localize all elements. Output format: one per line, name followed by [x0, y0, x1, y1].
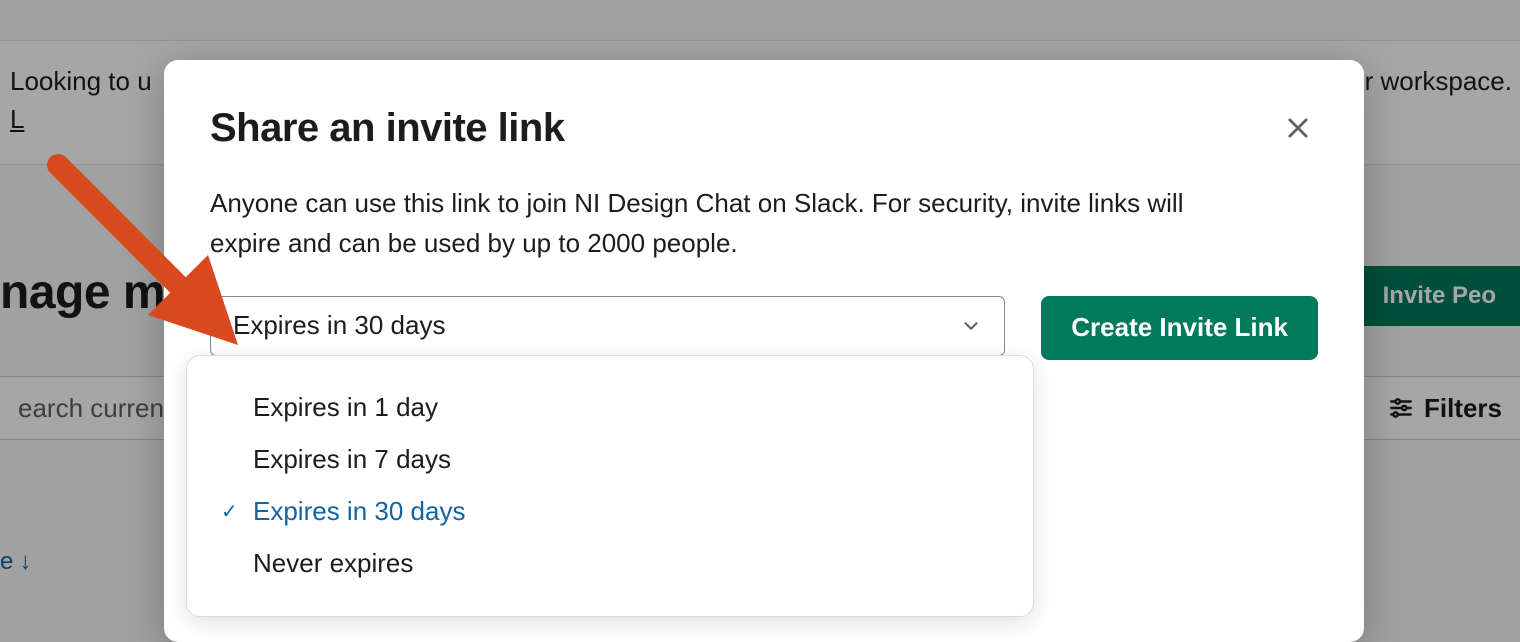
expiry-option-never[interactable]: Never expires — [187, 538, 1033, 590]
expiry-option-30-days[interactable]: Expires in 30 days — [187, 486, 1033, 538]
close-icon — [1284, 114, 1312, 142]
chevron-down-icon — [960, 315, 982, 337]
expiry-option-7-days[interactable]: Expires in 7 days — [187, 434, 1033, 486]
share-invite-modal: Share an invite link Anyone can use this… — [164, 60, 1364, 642]
modal-title: Share an invite link — [210, 106, 1318, 151]
create-invite-link-button[interactable]: Create Invite Link — [1041, 296, 1318, 360]
modal-description: Anyone can use this link to join NI Desi… — [210, 183, 1230, 264]
expiry-select[interactable]: Expires in 30 days Expires in 1 day Expi… — [210, 296, 1005, 356]
expiry-select-trigger[interactable]: Expires in 30 days — [210, 296, 1005, 356]
expiry-select-value: Expires in 30 days — [233, 310, 445, 341]
close-button[interactable] — [1278, 108, 1318, 148]
expiry-dropdown: Expires in 1 day Expires in 7 days Expir… — [186, 355, 1034, 617]
expiry-option-1-day[interactable]: Expires in 1 day — [187, 382, 1033, 434]
